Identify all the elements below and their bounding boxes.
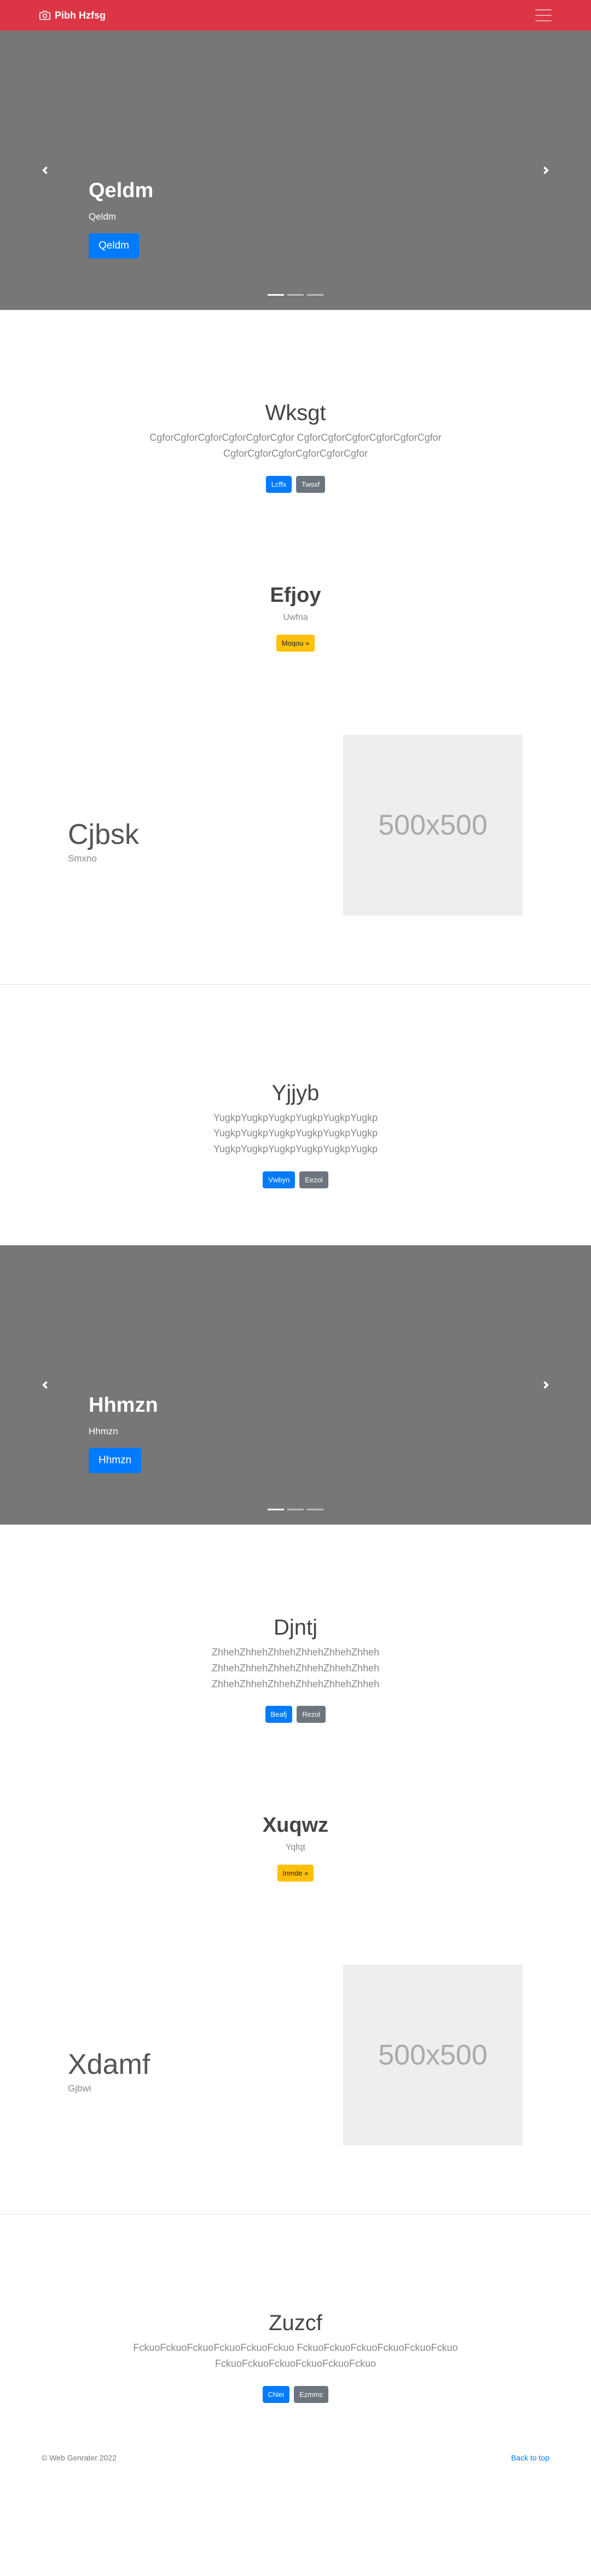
section-zuzcf: Zuzcf FckuoFckuoFckuoFckuoFckuoFckuo Fck… (0, 2311, 591, 2403)
camera-icon (39, 10, 50, 20)
carousel-indicator-2[interactable] (287, 1508, 304, 1510)
section-djntj: Djntj ZhhehZhhehZhhehZhhehZhhehZhheh Zhh… (0, 1615, 591, 1723)
carousel-caption: Hhmzn Hhmzn Hhmzn (89, 1393, 158, 1473)
hero-carousel-2: Hhmzn Hhmzn Hhmzn (0, 1245, 591, 1525)
placeholder-image: 500x500 (343, 1965, 523, 2146)
chevron-left-icon (42, 166, 48, 174)
brand-name: Pibh Hzfsg (55, 9, 106, 21)
feature-title: Cjbsk (68, 818, 140, 850)
section-title: Zuzcf (269, 2311, 322, 2336)
section-title: Efjoy (270, 583, 321, 607)
secondary-button[interactable]: Twsxf (296, 475, 326, 493)
primary-button[interactable]: Beafj (265, 1706, 293, 1723)
carousel-indicator-3[interactable] (307, 1508, 323, 1510)
section-lead: YugkpYugkpYugkpYugkpYugkpYugkp YugkpYugk… (213, 1112, 378, 1155)
carousel-prev-button[interactable] (34, 159, 56, 181)
menu-toggle-button[interactable] (535, 9, 552, 21)
primary-button[interactable]: Vwbyn (263, 1171, 296, 1188)
carousel-prev-button[interactable] (34, 1374, 56, 1396)
section-lead: FckuoFckuoFckuoFckuoFckuoFckuo FckuoFcku… (133, 2342, 458, 2370)
section-title: Xuqwz (262, 1814, 329, 1837)
feature-title: Xdamf (68, 2049, 150, 2081)
carousel-subtitle: Qeldm (89, 211, 117, 222)
back-to-top-link[interactable]: Back to top (511, 2453, 549, 2462)
feature-xdamf: Xdamf Gjbwi 500x500 (0, 1965, 591, 2214)
section-lead: CgforCgforCgforCgforCgforCgfor CgforCgfo… (149, 432, 442, 459)
carousel-indicators (0, 1508, 591, 1510)
carousel-subtitle: Hhmzn (89, 1425, 118, 1436)
feature-subtitle: Smxno (68, 853, 97, 864)
warning-button[interactable]: Inmde » (277, 1865, 314, 1882)
carousel-next-button[interactable] (535, 1374, 557, 1396)
primary-button[interactable]: Lcffx (265, 475, 292, 493)
carousel-indicator-1[interactable] (268, 294, 284, 296)
secondary-button[interactable]: Ezmmc (294, 2385, 329, 2403)
secondary-button[interactable]: Eezol (299, 1171, 328, 1188)
section-subtitle: Yqfqt (286, 1843, 305, 1853)
section-lead: ZhhehZhhehZhhehZhhehZhhehZhheh ZhhehZhhe… (211, 1646, 380, 1689)
primary-button[interactable]: Chlei (262, 2385, 290, 2403)
carousel-indicator-2[interactable] (287, 294, 304, 296)
feature-subtitle: Gjbwi (68, 2083, 91, 2094)
hero-carousel-1: Qeldm Qeldm Qeldm (0, 31, 591, 310)
chevron-right-icon (543, 166, 549, 174)
carousel-caption: Qeldm Qeldm Qeldm (89, 179, 153, 258)
warning-button[interactable]: Moqou » (276, 634, 315, 652)
carousel-indicator-3[interactable] (307, 294, 323, 296)
section-wksgt: Wksgt CgforCgforCgforCgforCgforCgfor Cgf… (0, 401, 591, 493)
carousel-cta-button[interactable]: Hhmzn (89, 1447, 142, 1473)
carousel-title: Qeldm (89, 179, 154, 202)
section-title: Wksgt (265, 401, 326, 425)
section-subtitle: Uwfna (283, 612, 308, 622)
chevron-left-icon (42, 1381, 48, 1389)
secondary-button[interactable]: Rezol (297, 1706, 326, 1723)
placeholder-image: 500x500 (343, 734, 523, 916)
carousel-indicator-1[interactable] (268, 1508, 284, 1510)
brand-link[interactable]: Pibh Hzfsg (39, 10, 106, 21)
carousel-next-button[interactable] (535, 159, 557, 181)
navbar: Pibh Hzfsg (0, 0, 591, 31)
hamburger-icon (535, 9, 552, 10)
footer: © Web Genrater 2022 Back to top (0, 2447, 591, 2469)
section-title: Djntj (273, 1615, 318, 1640)
section-efjoy: Efjoy Uwfna Moqou » (0, 584, 591, 652)
carousel-cta-button[interactable]: Qeldm (89, 233, 139, 258)
carousel-indicators (0, 294, 591, 296)
section-yjjyb: Yjjyb YugkpYugkpYugkpYugkpYugkpYugkp Yug… (0, 1081, 591, 1188)
chevron-right-icon (543, 1381, 549, 1389)
carousel-title: Hhmzn (89, 1393, 158, 1417)
copyright-text: © Web Genrater 2022 (42, 2453, 117, 2462)
section-title: Yjjyb (271, 1080, 320, 1105)
section-xuqwz: Xuqwz Yqfqt Inmde » (0, 1814, 591, 1882)
feature-cjbsk: Cjbsk Smxno 500x500 (0, 734, 591, 984)
